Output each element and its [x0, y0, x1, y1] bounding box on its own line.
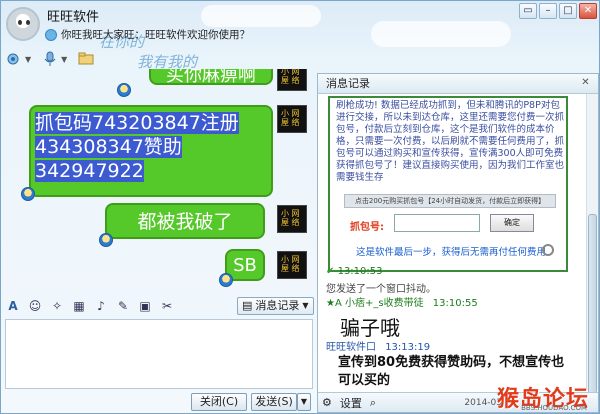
ad-ok-button: 确定	[490, 214, 534, 232]
close-icon[interactable]: ✕	[579, 77, 592, 90]
chat-window: 在你的 我有我的 旺旺软件 你旺我旺大家旺：旺旺软件欢迎你使用？ ▭ – □ ✕…	[0, 0, 600, 414]
emoji-icon[interactable]: ☺	[27, 298, 43, 314]
entry-sender: ★A 小痞+_s收费带徒	[326, 298, 424, 309]
zoom-icon	[542, 244, 554, 256]
entry-text: 骗子哦	[340, 316, 400, 340]
history-icon: ▤	[242, 299, 253, 312]
check-icon: ✔	[326, 266, 335, 277]
message-input[interactable]	[5, 319, 313, 389]
send-button[interactable]: 发送(S)	[251, 393, 297, 411]
edit-icon[interactable]: ✎	[115, 298, 131, 314]
skin-button[interactable]: ▭	[519, 3, 537, 19]
chat-message-area[interactable]: 买你麻痹啊 小 网 屋 络 抓包码743203847注册434308347赞助3…	[1, 69, 315, 287]
chevron-down-icon[interactable]: ▼	[25, 55, 31, 64]
history-entry: 旺旺软件口 13:13:19	[326, 338, 430, 353]
ad-image: 刷枪成功! 数据已经成功抓到，但未和腾讯的P8P对包进行交接，所以未到达仓库，这…	[328, 96, 568, 272]
panel-header: 消息记录 ✕	[318, 74, 598, 94]
ad-text: 刷枪成功! 数据已经成功抓到，但未和腾讯的P8P对包进行交接，所以未到达仓库，这…	[336, 100, 565, 183]
voice-icon[interactable]: ♪	[93, 298, 109, 314]
chat-bubble: 抓包码743203847注册434308347赞助342947922	[29, 105, 273, 197]
entry-text: 您发送了一个窗口抖动。	[326, 284, 436, 295]
status-message: 你旺我旺大家旺：旺旺软件欢迎你使用？	[45, 27, 250, 42]
shake-icon[interactable]: ▦	[71, 298, 87, 314]
maximize-button[interactable]: □	[559, 3, 577, 19]
watermark-sub: BBS.HOUDAO.COM	[521, 404, 587, 412]
status-icon	[45, 28, 57, 41]
settings-label[interactable]: 设置	[340, 395, 362, 411]
user-status-icon	[219, 273, 233, 287]
ad-label: 抓包号:	[350, 222, 384, 233]
file-transfer-icon[interactable]	[77, 51, 95, 67]
avatar-eye	[18, 20, 22, 25]
ad-footer-text: 这是软件最后一步，获得后无需再付任何费用	[356, 247, 547, 258]
screenshot-icon[interactable]: ✂	[159, 298, 175, 314]
entry-time: 13:10:55	[432, 298, 478, 309]
close-chat-button[interactable]: 关闭(C)	[191, 393, 247, 411]
search-icon[interactable]: ⌕	[370, 396, 376, 410]
font-icon[interactable]: A	[5, 298, 21, 314]
user-status-icon	[99, 233, 113, 247]
video-icon[interactable]	[5, 51, 23, 67]
entry-time: 13:13:19	[385, 342, 431, 353]
ad-input	[394, 214, 480, 232]
panel-title: 消息记录	[326, 77, 370, 90]
message-history-panel: 消息记录 ✕ 刷枪成功! 数据已经成功抓到，但未和腾讯的P8P对包进行交接，所以…	[317, 73, 599, 413]
chat-toolbar: ▼ ▼	[5, 49, 95, 69]
scrollbar-thumb[interactable]	[588, 214, 597, 394]
microphone-icon[interactable]	[41, 51, 59, 67]
message-history-button[interactable]: ▤ 消息记录 ▼	[237, 297, 314, 315]
user-status-icon	[117, 83, 131, 97]
watermark: 猴岛论坛 BBS.HOUDAO.COM	[475, 381, 595, 412]
chat-bubble: 买你麻痹啊	[149, 69, 273, 86]
settings-icon[interactable]: ⚙	[322, 396, 332, 409]
selected-message-text[interactable]: 抓包码743203847注册434308347赞助342947922	[35, 112, 239, 182]
chevron-down-icon: ▼	[302, 301, 309, 310]
avatar[interactable]	[6, 7, 40, 41]
ad-purchase-bar: 点击200元购买抓包号【24小时自动发货，付款后立即获得】	[344, 194, 556, 208]
entry-sender: 旺旺软件口	[326, 342, 376, 353]
close-button[interactable]: ✕	[579, 3, 597, 19]
sender-avatar: 小 网 屋 络	[277, 69, 307, 91]
chevron-down-icon[interactable]: ▼	[61, 55, 67, 64]
send-options-button[interactable]: ▼	[297, 393, 311, 411]
sender-avatar: 小 网 屋 络	[277, 105, 307, 133]
title-bar: 旺旺软件 你旺我旺大家旺：旺旺软件欢迎你使用？ ▭ – □ ✕	[1, 1, 599, 47]
scrollbar[interactable]	[586, 94, 598, 394]
window-title: 旺旺软件	[47, 10, 100, 25]
history-entry: ✔ 13:10:53	[326, 266, 383, 277]
avatar-eye	[26, 20, 30, 25]
sender-avatar: 小 网 屋 络	[277, 251, 307, 279]
minimize-button[interactable]: –	[539, 3, 557, 19]
sender-avatar: 小 网 屋 络	[277, 205, 307, 233]
history-entry: ★A 小痞+_s收费带徒 13:10:55	[326, 294, 478, 309]
entry-time: 13:10:53	[337, 266, 383, 277]
image-icon[interactable]: ▣	[137, 298, 153, 314]
user-status-icon	[21, 187, 35, 201]
status-text: 你旺我旺大家旺：旺旺软件欢迎你使用？	[61, 29, 250, 41]
chat-bubble: 都被我破了	[105, 203, 265, 239]
magic-icon[interactable]: ✧	[49, 298, 65, 314]
history-label: 消息记录	[255, 299, 300, 312]
window-controls: ▭ – □ ✕	[519, 3, 597, 19]
